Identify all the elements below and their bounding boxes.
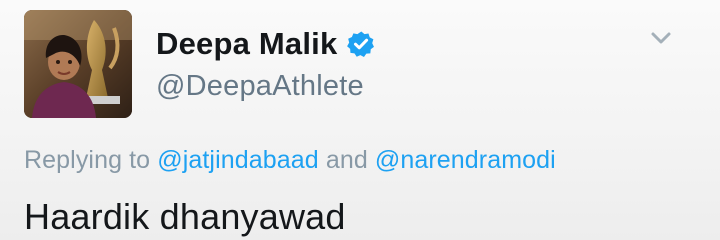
tweet-card: Deepa Malik @DeepaAthlete Replying to @j… [0,0,720,240]
replying-to-prefix: Replying to [24,146,151,174]
verified-badge-icon [347,30,375,58]
replying-to-conjunction: and [325,146,368,174]
author-name-row: Deepa Malik [156,24,375,64]
mention-link-2[interactable]: @narendramodi [375,146,556,174]
tweet-text: Haardik dhanyawad [24,196,346,237]
replying-to-line: Replying to @jatjindabaad and @narendram… [24,146,556,175]
author-display-name[interactable]: Deepa Malik [156,26,337,62]
chevron-down-icon[interactable] [648,28,674,48]
avatar-photo-icon [24,10,132,118]
author-handle[interactable]: @DeepaAthlete [156,70,364,103]
avatar[interactable] [24,10,132,118]
mention-link-1[interactable]: @jatjindabaad [157,146,319,174]
